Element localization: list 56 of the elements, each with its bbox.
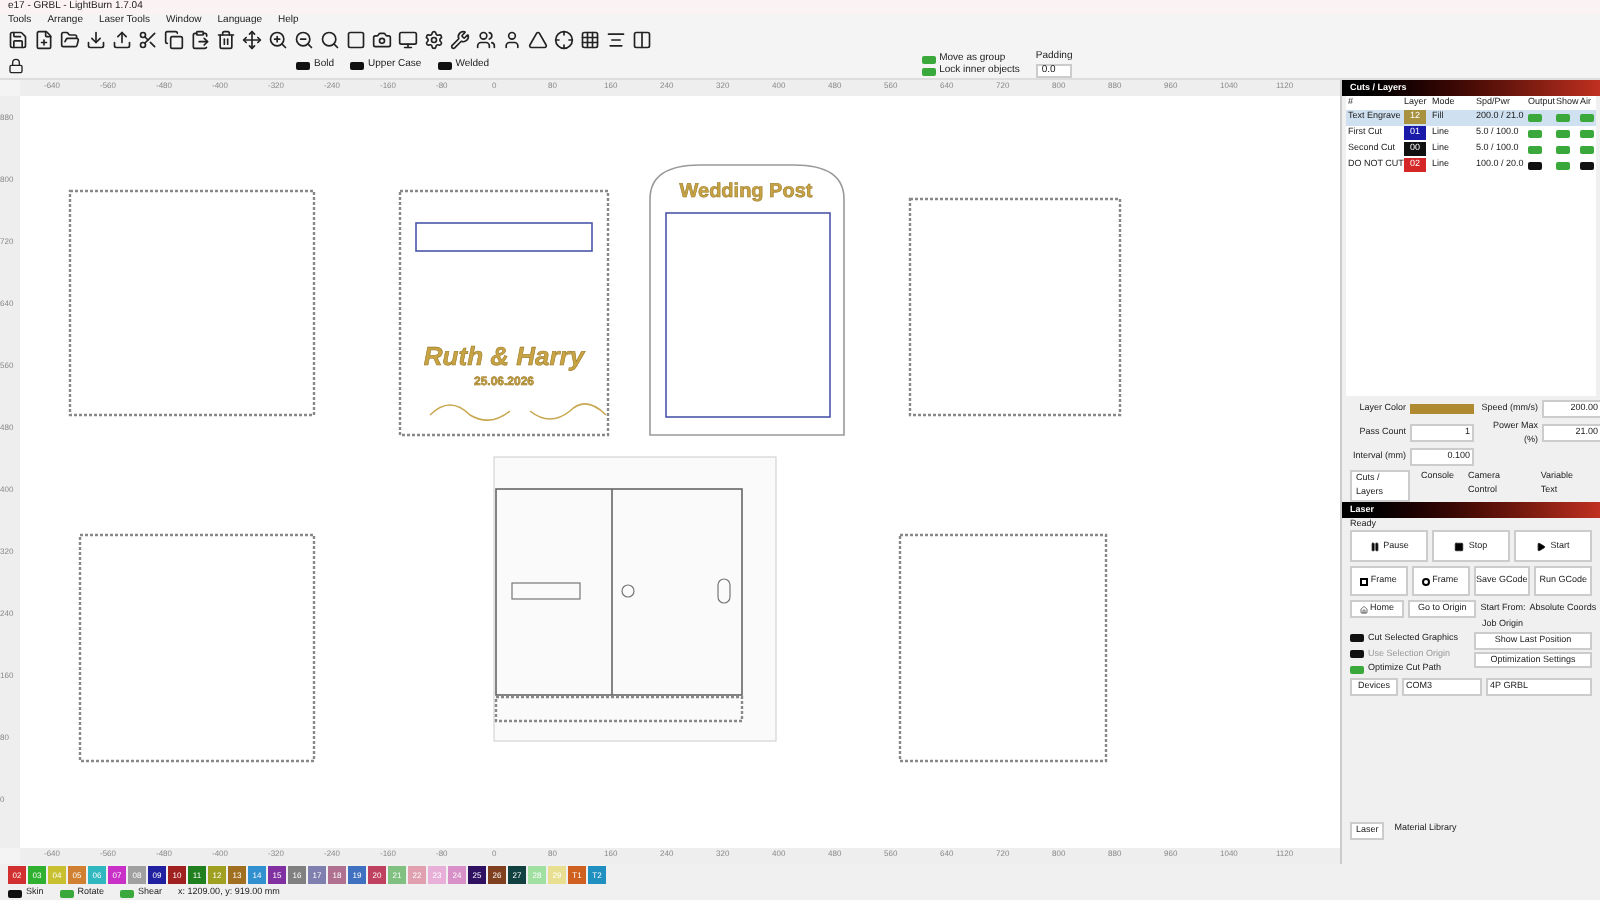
toggle-switch[interactable] <box>296 61 310 69</box>
toggle-switch[interactable] <box>921 67 936 75</box>
checkbox-toggle[interactable] <box>1350 665 1364 674</box>
home-icon <box>1360 605 1368 614</box>
output-toggle[interactable] <box>1528 113 1542 122</box>
crosshair-icon[interactable] <box>554 29 574 49</box>
output-toggle[interactable] <box>1528 161 1542 170</box>
output-toggle[interactable] <box>1528 145 1542 154</box>
show-toggle[interactable] <box>1556 145 1570 154</box>
import-icon[interactable] <box>86 29 106 49</box>
stop-icon <box>1454 541 1465 552</box>
grid-icon[interactable] <box>580 29 600 49</box>
layer-color-field[interactable] <box>1410 403 1474 414</box>
search-icon[interactable] <box>320 29 340 49</box>
toggle-switch[interactable] <box>437 61 452 69</box>
toggle-switch[interactable] <box>350 61 365 69</box>
air-toggle[interactable] <box>1580 145 1594 154</box>
engraved-text: Wedding Post <box>679 181 813 203</box>
move-icon[interactable] <box>242 29 262 49</box>
scissors-icon[interactable] <box>138 29 158 49</box>
toggle-switch[interactable] <box>59 889 74 897</box>
lock-icon[interactable] <box>8 57 24 73</box>
toggle-switch[interactable] <box>120 889 135 897</box>
engraved-text: Ruth & Harry <box>423 341 585 371</box>
columns-icon[interactable] <box>632 29 652 49</box>
checkbox-toggle[interactable] <box>1350 634 1364 643</box>
air-toggle[interactable] <box>1580 161 1594 170</box>
air-toggle[interactable] <box>1580 113 1594 122</box>
toggle-switch[interactable] <box>921 55 936 63</box>
trash-icon[interactable] <box>216 29 236 49</box>
new-file-icon[interactable] <box>34 29 54 49</box>
folder-icon[interactable] <box>60 29 80 49</box>
show-toggle[interactable] <box>1556 161 1570 170</box>
show-toggle[interactable] <box>1556 113 1570 122</box>
frame-square-icon <box>1360 577 1369 586</box>
frame-icon[interactable] <box>346 29 366 49</box>
settings-icon[interactable] <box>424 29 444 49</box>
export-icon[interactable] <box>112 29 132 49</box>
zoom-in-icon[interactable] <box>268 29 288 49</box>
triangle-icon[interactable] <box>528 29 548 49</box>
paste-icon[interactable] <box>190 29 210 49</box>
air-toggle[interactable] <box>1580 129 1594 138</box>
save-icon[interactable] <box>8 29 28 49</box>
zoom-out-icon[interactable] <box>294 29 314 49</box>
user-icon[interactable] <box>502 29 522 49</box>
wrench-icon[interactable] <box>450 29 470 49</box>
camera-icon[interactable] <box>372 29 392 49</box>
show-toggle[interactable] <box>1556 129 1570 138</box>
copy-icon[interactable] <box>164 29 184 49</box>
pause-icon <box>1369 541 1380 552</box>
toggle-switch[interactable] <box>8 889 22 897</box>
start-icon <box>1536 541 1547 552</box>
align-icon[interactable] <box>606 29 626 49</box>
monitor-icon[interactable] <box>398 29 418 49</box>
users-icon[interactable] <box>476 29 496 49</box>
output-toggle[interactable] <box>1528 129 1542 138</box>
